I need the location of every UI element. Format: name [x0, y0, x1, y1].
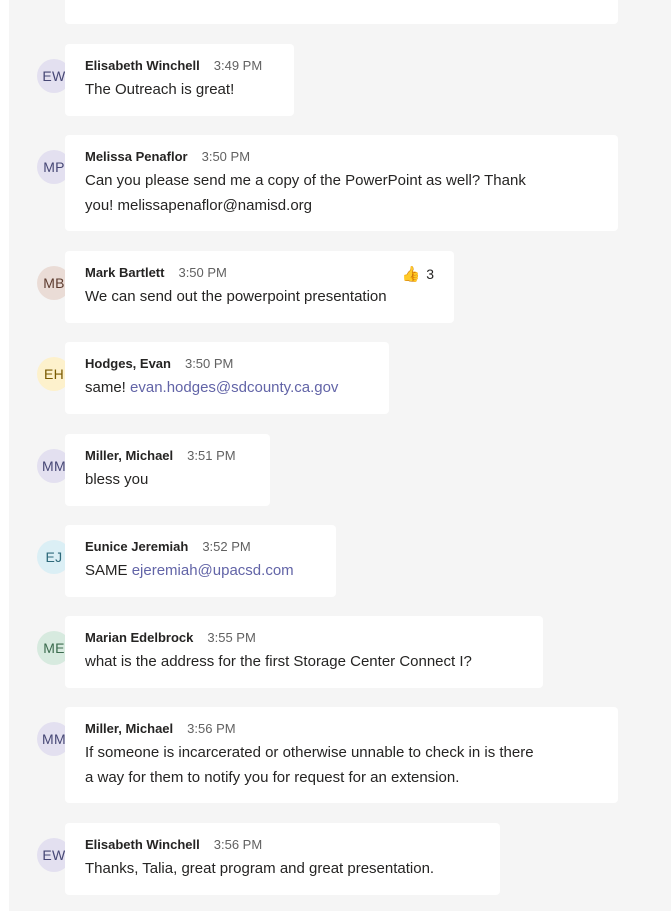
message-text: Thanks, Talia, great program and great p… — [85, 860, 435, 877]
message-bubble[interactable]: Melissa Penaflor 3:50 PM Can you please … — [65, 135, 618, 231]
message-bubble[interactable]: Mark Bartlett 3:50 PM We can send out th… — [65, 251, 454, 323]
sender-name[interactable]: Elisabeth Winchell — [85, 58, 200, 73]
email-link[interactable]: ejeremiah@upacsd.com — [132, 562, 294, 579]
message-text: same! evan.hodges@sdcounty.ca.gov — [85, 375, 369, 400]
sender-name[interactable]: Eunice Jeremiah — [85, 539, 188, 554]
message-timestamp: 3:52 PM — [202, 539, 251, 554]
message-text: SAME ejeremiah@upacsd.com — [85, 558, 316, 583]
sender-name[interactable]: Elisabeth Winchell — [85, 837, 200, 852]
email-link[interactable]: evan.hodges@sdcounty.ca.gov — [130, 379, 338, 396]
sender-name[interactable]: Melissa Penaflor — [85, 149, 188, 164]
message-timestamp: 3:51 PM — [187, 448, 236, 463]
message-bubble[interactable]: Marian Edelbrock 3:55 PM what is the add… — [65, 616, 543, 688]
message-timestamp: 3:50 PM — [184, 356, 234, 371]
sender-name[interactable]: Mark Bartlett — [85, 265, 164, 280]
sender-name[interactable]: Miller, Michael — [85, 448, 173, 463]
message-bubble[interactable]: Miller, Michael 3:56 PM If someone is in… — [65, 707, 618, 803]
message-timestamp: 3:56 PM — [213, 837, 263, 852]
message-timestamp: 3:49 PM — [213, 58, 263, 73]
reaction-count: 3 — [426, 266, 434, 282]
sender-name[interactable]: Miller, Michael — [85, 721, 173, 736]
message-text: The Outreach is great! — [85, 81, 235, 98]
sender-name[interactable]: Marian Edelbrock — [85, 630, 193, 645]
message-timestamp: 3:50 PM — [201, 149, 251, 164]
message-bubble[interactable]: Miller, Michael 3:51 PM bless you — [65, 434, 270, 506]
message-bubble[interactable]: Hodges, Evan 3:50 PM same! evan.hodges@s… — [65, 342, 389, 414]
message-text-line: Can you please send me a copy of the Pow… — [85, 172, 526, 189]
message-text: bless you — [85, 471, 149, 488]
message-text-line: a way for them to notify you for request… — [85, 769, 460, 786]
reaction-badge[interactable]: 👍 3 — [402, 265, 434, 283]
message-text: what is the address for the first Storag… — [85, 653, 472, 670]
message-text-line: you! melissapenaflor@namisd.org — [85, 197, 312, 214]
message-timestamp: 3:55 PM — [207, 630, 256, 645]
message-timestamp: 3:56 PM — [187, 721, 236, 736]
message-text-prefix: SAME — [85, 562, 132, 579]
message-bubble[interactable]: Eunice Jeremiah 3:52 PM SAME ejeremiah@u… — [65, 525, 336, 597]
message-bubble[interactable]: Elisabeth Winchell 3:56 PM Thanks, Talia… — [65, 823, 500, 895]
left-panel-edge — [0, 0, 9, 911]
message-timestamp: 3:50 PM — [178, 265, 227, 280]
previous-message-bubble[interactable] — [65, 0, 618, 24]
message-text: We can send out the powerpoint presentat… — [85, 288, 387, 305]
chat-message-list[interactable]: EW Elisabeth Winchell 3:49 PM The Outrea… — [9, 0, 671, 911]
message-text-prefix: same! — [85, 379, 131, 396]
message-bubble[interactable]: Elisabeth Winchell 3:49 PM The Outreach … — [65, 44, 294, 116]
thumbs-up-icon: 👍 — [401, 266, 421, 283]
sender-name[interactable]: Hodges, Evan — [85, 356, 171, 371]
message-text-line: If someone is incarcerated or otherwise … — [85, 744, 534, 761]
